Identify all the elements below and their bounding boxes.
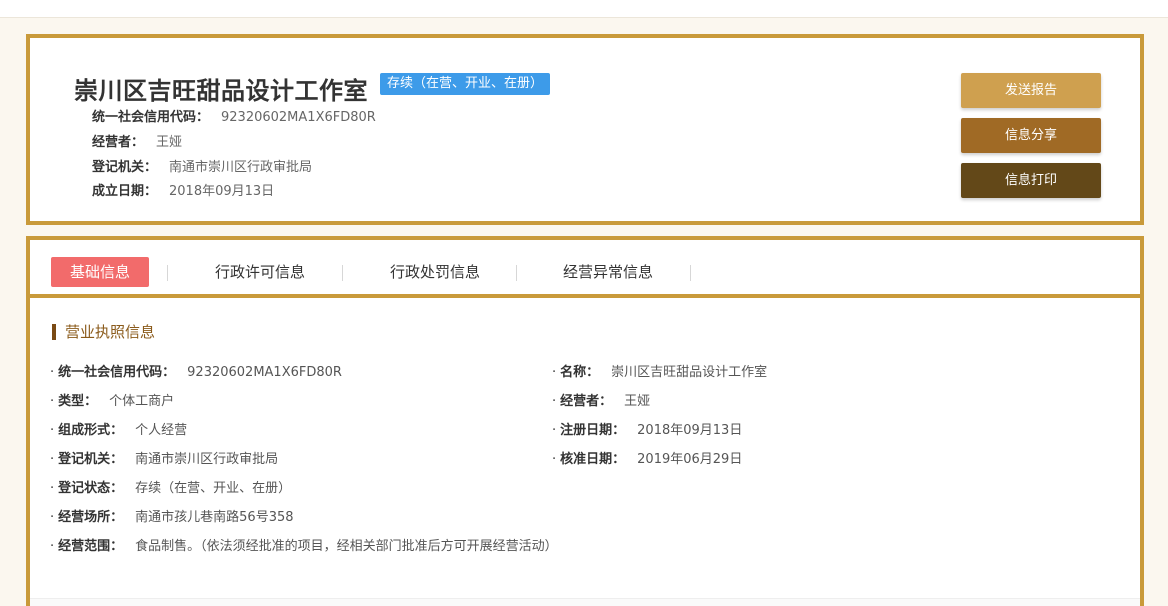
bullet-dot: · bbox=[552, 423, 557, 438]
header-credit-code-row: 统一社会信用代码： 92320602MA1X6FD80R bbox=[92, 109, 376, 127]
main-info-card: 基础信息 行政许可信息 行政处罚信息 经营异常信息 营业执照信息 · 统一社会信用… bbox=[26, 236, 1144, 606]
field-value: 存续（在营、开业、在册） bbox=[135, 481, 292, 496]
field-value: 92320602MA1X6FD80R bbox=[187, 365, 342, 380]
header-operator-value: 王娅 bbox=[156, 135, 183, 150]
field-value: 个人经营 bbox=[135, 423, 188, 438]
company-header-card: 崇川区吉旺甜品设计工作室 存续（在营、开业、在册） 统一社会信用代码： 92320… bbox=[26, 34, 1144, 225]
tab-bar: 基础信息 行政许可信息 行政处罚信息 经营异常信息 bbox=[30, 240, 1140, 298]
company-title: 崇川区吉旺甜品设计工作室 bbox=[74, 77, 368, 105]
header-established-value: 2018年09月13日 bbox=[169, 184, 275, 199]
header-authority-row: 登记机关： 南通市崇川区行政审批局 bbox=[92, 159, 312, 177]
send-report-button[interactable]: 发送报告 bbox=[961, 73, 1101, 108]
field-value: 2018年09月13日 bbox=[637, 423, 743, 438]
bullet-dot: · bbox=[50, 481, 55, 496]
tab-divider bbox=[516, 265, 517, 281]
field-label: 登记状态： bbox=[58, 481, 124, 496]
header-credit-code-label: 统一社会信用代码： bbox=[92, 110, 210, 125]
field-type: · 类型： 个体工商户 bbox=[50, 393, 174, 411]
bullet-dot: · bbox=[50, 539, 55, 554]
bullet-dot: · bbox=[50, 452, 55, 467]
field-name: · 名称： 崇川区吉旺甜品设计工作室 bbox=[552, 364, 767, 382]
field-composition: · 组成形式： 个人经营 bbox=[50, 422, 187, 440]
field-label: 类型： bbox=[58, 394, 98, 409]
field-label: 登记机关： bbox=[58, 452, 124, 467]
top-bar bbox=[0, 0, 1168, 18]
bullet-dot: · bbox=[50, 510, 55, 525]
tab-abnormal-operation[interactable]: 经营异常信息 bbox=[538, 257, 678, 287]
bullet-dot: · bbox=[552, 452, 557, 467]
field-operator: · 经营者： 王娅 bbox=[552, 393, 650, 411]
header-authority-label: 登记机关： bbox=[92, 160, 158, 175]
header-established-label: 成立日期： bbox=[92, 184, 158, 199]
status-badge: 存续（在营、开业、在册） bbox=[380, 73, 551, 95]
field-value: 个体工商户 bbox=[109, 394, 175, 409]
header-credit-code-value: 92320602MA1X6FD80R bbox=[221, 110, 376, 125]
field-approval-date: · 核准日期： 2019年06月29日 bbox=[552, 451, 742, 469]
field-value: 王娅 bbox=[624, 394, 651, 409]
bullet-dot: · bbox=[50, 365, 55, 380]
bullet-dot: · bbox=[50, 423, 55, 438]
tab-divider bbox=[342, 265, 343, 281]
field-label: 经营范围： bbox=[58, 539, 124, 554]
field-value: 南通市崇川区行政审批局 bbox=[135, 452, 279, 467]
tab-divider bbox=[167, 265, 168, 281]
tab-divider bbox=[690, 265, 691, 281]
bullet-dot: · bbox=[50, 394, 55, 409]
field-value: 食品制售。（依法须经批准的项目，经相关部门批准后方可开展经营活动） bbox=[135, 539, 558, 554]
share-info-button[interactable]: 信息分享 bbox=[961, 118, 1101, 153]
field-label: 注册日期： bbox=[560, 423, 626, 438]
field-label: 经营场所： bbox=[58, 510, 124, 525]
field-business-address: · 经营场所： 南通市孩儿巷南路56号358 bbox=[50, 509, 294, 527]
header-established-row: 成立日期： 2018年09月13日 bbox=[92, 183, 274, 201]
header-authority-value: 南通市崇川区行政审批局 bbox=[169, 160, 313, 175]
field-registration-status: · 登记状态： 存续（在营、开业、在册） bbox=[50, 480, 291, 498]
section-title-license-info: 营业执照信息 bbox=[52, 324, 155, 340]
tab-basic-info[interactable]: 基础信息 bbox=[51, 257, 149, 287]
field-business-scope: · 经营范围： 食品制售。（依法须经批准的项目，经相关部门批准后方可开展经营活动） bbox=[50, 538, 558, 556]
header-operator-row: 经营者： 王娅 bbox=[92, 134, 182, 152]
tab-admin-penalty[interactable]: 行政处罚信息 bbox=[365, 257, 505, 287]
field-value: 2019年06月29日 bbox=[637, 452, 743, 467]
field-label: 名称： bbox=[560, 365, 600, 380]
bottom-strip bbox=[30, 598, 1140, 606]
field-registration-date: · 注册日期： 2018年09月13日 bbox=[552, 422, 742, 440]
field-authority: · 登记机关： 南通市崇川区行政审批局 bbox=[50, 451, 278, 469]
field-value: 南通市孩儿巷南路56号358 bbox=[135, 510, 294, 525]
field-label: 统一社会信用代码： bbox=[58, 365, 176, 380]
print-info-button[interactable]: 信息打印 bbox=[961, 163, 1101, 198]
tab-admin-license[interactable]: 行政许可信息 bbox=[190, 257, 330, 287]
field-label: 组成形式： bbox=[58, 423, 124, 438]
field-label: 经营者： bbox=[560, 394, 613, 409]
header-operator-label: 经营者： bbox=[92, 135, 145, 150]
field-label: 核准日期： bbox=[560, 452, 626, 467]
field-value: 崇川区吉旺甜品设计工作室 bbox=[611, 365, 768, 380]
bullet-dot: · bbox=[552, 365, 557, 380]
field-credit-code: · 统一社会信用代码： 92320602MA1X6FD80R bbox=[50, 364, 342, 382]
bullet-dot: · bbox=[552, 394, 557, 409]
